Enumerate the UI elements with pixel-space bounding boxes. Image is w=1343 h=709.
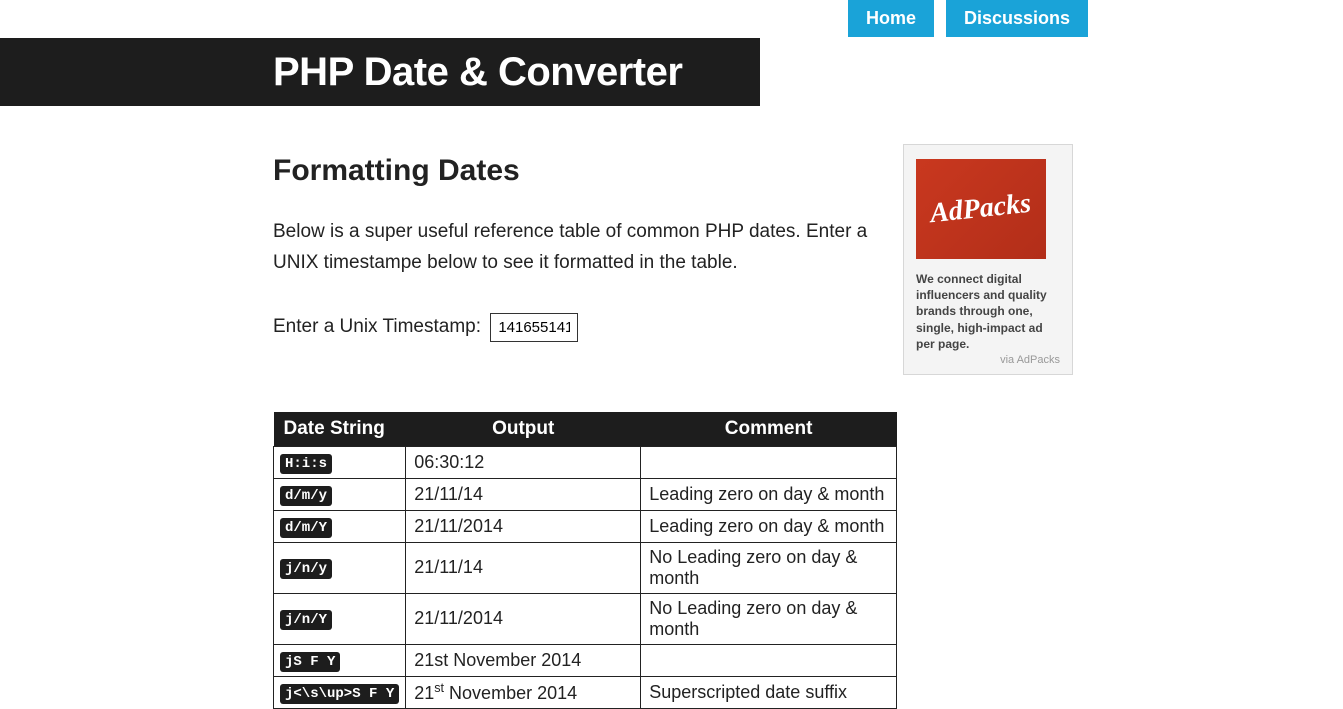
format-output: 06:30:12: [406, 446, 641, 478]
table-row: d/m/y 21/11/14Leading zero on day & month: [274, 478, 897, 510]
timestamp-input[interactable]: [490, 313, 578, 342]
section-heading: Formatting Dates: [273, 154, 897, 188]
ad-image: AdPacks: [916, 159, 1046, 259]
format-output: 21st November 2014: [406, 644, 641, 676]
format-comment: Leading zero on day & month: [641, 478, 897, 510]
format-comment: Superscripted date suffix: [641, 676, 897, 708]
format-comment: [641, 644, 897, 676]
format-code: j/n/y: [280, 559, 332, 579]
ad-text: We connect digital influencers and quali…: [916, 271, 1060, 352]
ad-widget[interactable]: AdPacks We connect digital influencers a…: [903, 144, 1073, 375]
table-row: H:i:s 06:30:12: [274, 446, 897, 478]
format-comment: No Leading zero on day & month: [641, 542, 897, 593]
format-code: j/n/Y: [280, 610, 332, 630]
format-comment: No Leading zero on day & month: [641, 593, 897, 644]
format-code: d/m/Y: [280, 518, 332, 538]
date-format-table: Date String Output Comment H:i:s 06:30:12…: [273, 412, 897, 709]
top-nav: Home Discussions: [848, 0, 1088, 37]
table-row: j<\s\up>S F Y 21st November 2014Superscri…: [274, 676, 897, 708]
format-output: 21/11/14: [406, 542, 641, 593]
page-title: PHP Date & Converter: [273, 50, 682, 95]
ad-brand: AdPacks: [929, 188, 1033, 230]
ad-via: via AdPacks: [916, 354, 1060, 366]
th-output: Output: [406, 412, 641, 447]
th-date-string: Date String: [274, 412, 406, 447]
table-row: j/n/y 21/11/14No Leading zero on day & mo…: [274, 542, 897, 593]
title-strip: PHP Date & Converter: [0, 38, 760, 106]
table-row: j/n/Y 21/11/2014No Leading zero on day & …: [274, 593, 897, 644]
nav-discussions[interactable]: Discussions: [946, 0, 1088, 37]
timestamp-label: Enter a Unix Timestamp:: [273, 316, 481, 337]
nav-home[interactable]: Home: [848, 0, 934, 37]
format-output: 21/11/2014: [406, 510, 641, 542]
table-row: d/m/Y 21/11/2014Leading zero on day & mon…: [274, 510, 897, 542]
format-code: jS F Y: [280, 652, 340, 672]
format-output: 21st November 2014: [406, 676, 641, 708]
intro-text: Below is a super useful reference table …: [273, 216, 897, 279]
format-output: 21/11/14: [406, 478, 641, 510]
format-code: d/m/y: [280, 486, 332, 506]
table-row: jS F Y 21st November 2014: [274, 644, 897, 676]
format-code: j<\s\up>S F Y: [280, 684, 399, 704]
th-comment: Comment: [641, 412, 897, 447]
format-comment: Leading zero on day & month: [641, 510, 897, 542]
format-comment: [641, 446, 897, 478]
format-output: 21/11/2014: [406, 593, 641, 644]
format-code: H:i:s: [280, 454, 332, 474]
